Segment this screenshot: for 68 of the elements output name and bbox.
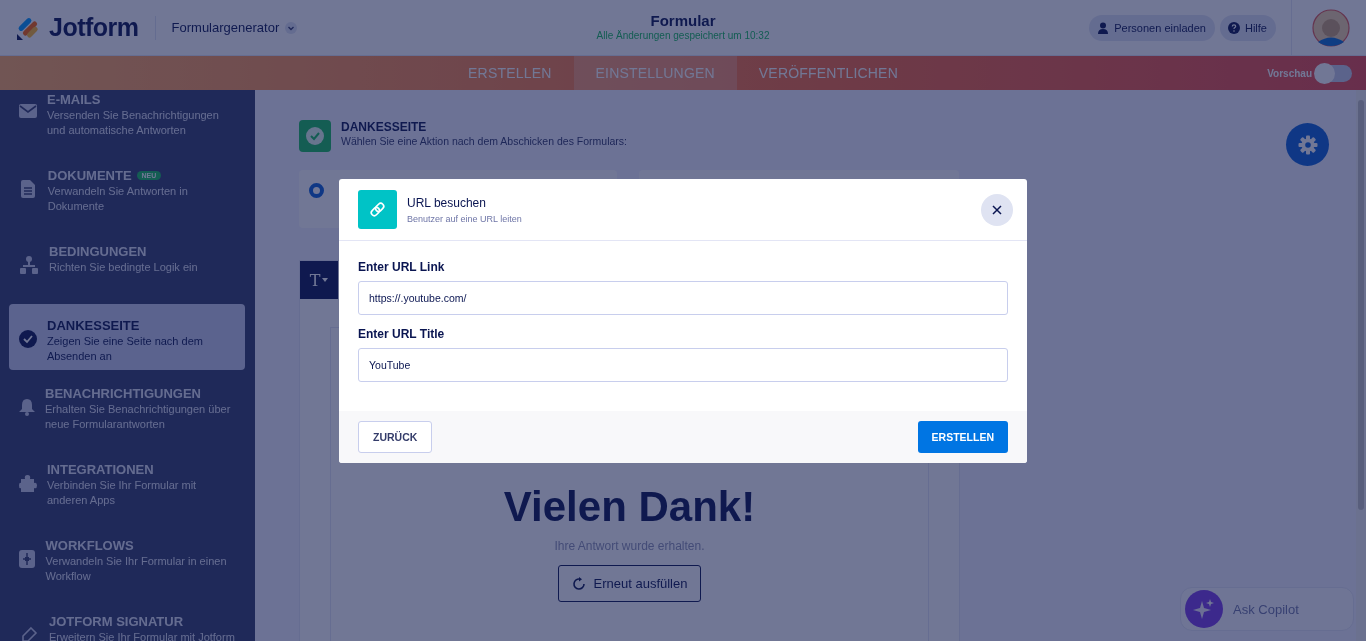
- product-dropdown[interactable]: Formulargenerator: [171, 20, 298, 35]
- scrollbar[interactable]: [1356, 90, 1366, 641]
- sidebar-item-title: JOTFORM SIGNATUR: [49, 614, 184, 629]
- input-field[interactable]: https://.youtube.com/: [358, 281, 1008, 315]
- section-title: DANKESSEITE: [341, 120, 428, 134]
- thank-you-heading: Vielen Dank!: [503, 483, 756, 531]
- close-icon: [992, 204, 1002, 215]
- close-button[interactable]: [981, 193, 1013, 226]
- help-button[interactable]: Hilfe: [1220, 14, 1276, 41]
- sidebar-item-description: Erhalten Sie Benachrichtigungen über neue Formularantworten: [45, 402, 232, 432]
- field-label: Enter URL Title: [358, 327, 446, 341]
- bell-icon: [19, 398, 35, 416]
- hierarchy-icon: [20, 256, 38, 274]
- dialog-title: URL besuchen: [407, 195, 487, 210]
- sparkle-icon: [1185, 590, 1223, 628]
- input-field[interactable]: YouTube: [358, 348, 1008, 382]
- sidebar-item-title: BENACHRICHTIGUNGEN: [45, 386, 201, 401]
- preview-toggle[interactable]: [1316, 64, 1352, 82]
- sidebar-item[interactable]: E-MAILS Versenden Sie Benachrichtigungen und automatische Antworten: [9, 90, 245, 156]
- workflow-icon: [19, 550, 36, 568]
- invite-button[interactable]: Personen einladen: [1089, 14, 1215, 41]
- sidebar-item-description: Versenden Sie Benachrichtigungen und automatische Antworten: [47, 108, 220, 138]
- sidebar-item[interactable]: JOTFORM SIGNATUR Erweitern Sie Ihr Formular mit Jotform: [9, 612, 245, 641]
- sidebar-item-title: BEDINGUNGEN: [49, 244, 147, 259]
- sidebar-item-description: Verbinden Sie Ihr Formular mit anderen Apps: [47, 478, 198, 508]
- refresh-icon: [571, 576, 586, 591]
- sidebar-item-title: WORKFLOWS: [45, 538, 134, 553]
- sidebar-item-title: DOKUMENTE: [47, 168, 132, 183]
- caret-icon: [322, 278, 329, 282]
- settings-button[interactable]: [1286, 123, 1329, 166]
- section-subtitle: Wählen Sie eine Aktion nach dem Abschicken des Formulars:: [341, 135, 627, 147]
- form-title: Formular: [650, 12, 716, 29]
- sidebar-item[interactable]: INTEGRATIONEN Verbinden Sie Ihr Formular mit anderen Apps: [9, 460, 245, 526]
- sidebar-item-title: INTEGRATIONEN: [47, 462, 154, 477]
- chevron-icon: [285, 21, 298, 34]
- refill-button[interactable]: Erneut ausfüllen: [557, 565, 702, 602]
- avatar-icon: [1312, 8, 1350, 47]
- link-icon: [358, 190, 397, 229]
- text-format-button[interactable]: T: [309, 270, 329, 290]
- radio-button[interactable]: [309, 183, 324, 198]
- dialog-subtitle: Benutzer auf eine URL leiten: [407, 213, 523, 224]
- sidebar-item-description: Richten Sie bedingte Logik ein: [49, 260, 198, 275]
- create-button[interactable]: ERSTELLEN: [917, 421, 1008, 453]
- sidebar-item[interactable]: WORKFLOWS Verwandeln Sie Ihr Formular in einen Workflow: [9, 536, 245, 602]
- sidebar-item-description: Verwandeln Sie Ihr Formular in einen Workflow: [45, 554, 228, 584]
- logo-text: Jotform: [49, 13, 139, 42]
- sidebar-item-description: Zeigen Sie eine Seite nach dem Absenden an: [47, 334, 204, 364]
- envelope-icon: [19, 104, 37, 118]
- pen-icon: [20, 626, 38, 641]
- save-status: Alle Änderungen gespeichert um 10:32: [596, 30, 770, 41]
- sidebar-item-title: E-MAILS: [47, 92, 101, 107]
- puzzle-icon: [19, 474, 37, 492]
- field-label: Enter URL Link: [358, 260, 446, 274]
- sidebar-item[interactable]: BENACHRICHTIGUNGEN Erhalten Sie Benachrichtigungen über neue Formularantworten: [9, 384, 245, 450]
- sidebar-item-description: Verwandeln Sie Antworten in Dokumente: [47, 184, 189, 214]
- help-icon: [1228, 21, 1240, 34]
- back-button[interactable]: ZURÜCK: [358, 421, 433, 453]
- person-icon: [1097, 21, 1110, 34]
- sidebar-item[interactable]: DANKESSEITE Zeigen Sie eine Seite nach dem Absenden an: [9, 304, 245, 370]
- copilot-button[interactable]: Ask Copilot: [1180, 587, 1354, 631]
- tab[interactable]: VERÖFFENTLICHEN: [736, 56, 920, 90]
- document-icon: [21, 180, 36, 198]
- sidebar-item-description: Erweitern Sie Ihr Formular mit Jotform: [49, 630, 235, 641]
- sidebar-item-title: DANKESSEITE: [47, 318, 140, 333]
- check-circle-icon: [19, 330, 37, 348]
- check-icon: [299, 120, 331, 152]
- preview-label: Vorschau: [1267, 67, 1312, 79]
- tab[interactable]: ERSTELLEN: [446, 56, 574, 90]
